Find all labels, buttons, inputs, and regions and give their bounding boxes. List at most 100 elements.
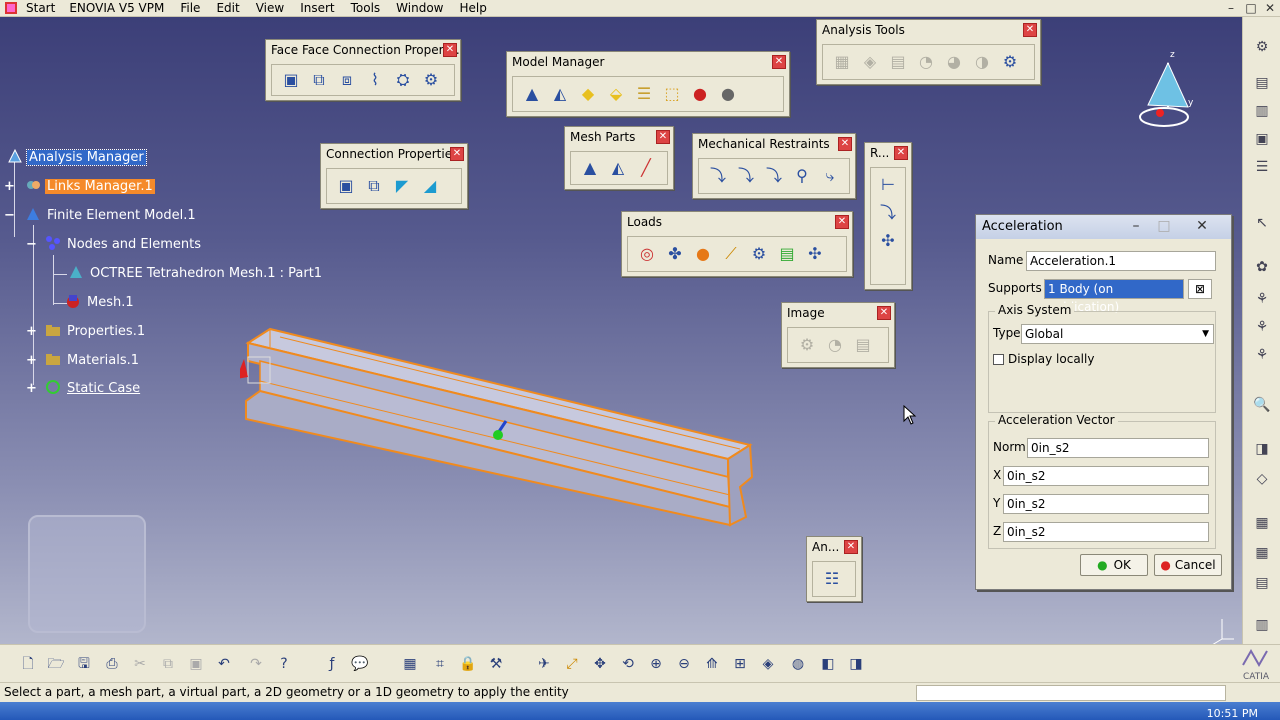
fly-icon[interactable]: ✈ [534, 654, 554, 674]
help-icon[interactable]: ? [274, 654, 294, 674]
table-2-icon[interactable]: ▦ [1252, 543, 1272, 563]
paste-icon[interactable]: ▣ [186, 654, 206, 674]
tree-node-static-case[interactable]: Static Case [44, 378, 142, 398]
z-field[interactable]: 0in_s2 [1003, 522, 1209, 542]
cancel-button[interactable]: ● Cancel [1154, 554, 1222, 576]
grid-icon[interactable]: ▦ [400, 654, 420, 674]
formula-icon[interactable]: ƒ [322, 654, 342, 674]
expand-icon[interactable]: + [26, 354, 37, 367]
supports-field[interactable]: 1 Body (on publication) [1044, 279, 1184, 314]
select-icon[interactable]: ↖ [1252, 213, 1272, 233]
tree-node-materials[interactable]: Materials.1 [44, 350, 141, 370]
clip-icon[interactable]: ◨ [1252, 439, 1272, 459]
tools-icon[interactable]: ⚒ [486, 654, 506, 674]
menu-help[interactable]: Help [452, 0, 495, 17]
close-icon[interactable]: ✕ [450, 147, 464, 161]
sensor-icon[interactable]: ⚘ [1252, 289, 1272, 309]
menu-edit[interactable]: Edit [208, 0, 247, 17]
model-checker-icon[interactable]: ● [689, 83, 711, 105]
render-icon[interactable]: ◍ [788, 654, 808, 674]
tree-node-fem[interactable]: Finite Element Model.1 [24, 205, 198, 225]
rigid-virtual-icon[interactable]: ⊢ [877, 174, 899, 196]
toolbar-title[interactable]: Connection Properties [321, 144, 467, 164]
toolbar-title[interactable]: Mechanical Restraints [693, 134, 855, 154]
tree-node-analysis-manager[interactable]: Analysis Manager [6, 147, 147, 167]
display-locally-checkbox[interactable] [993, 353, 1004, 365]
octree-triangle-icon[interactable]: ◭ [607, 157, 629, 179]
close-icon[interactable]: ✕ [443, 43, 457, 57]
image-2-icon[interactable]: ◔ [824, 334, 846, 356]
close-icon[interactable]: ✕ [772, 55, 786, 69]
line-force-icon[interactable]: ⟋ [720, 243, 742, 265]
norm-field[interactable]: 0in_s2 [1027, 438, 1209, 458]
temperature-field-icon[interactable]: ▤ [776, 243, 798, 265]
triangle-mesher-icon[interactable]: ◭ [549, 83, 571, 105]
tree-node-mesh[interactable]: Mesh.1 [64, 292, 136, 312]
x-field[interactable]: 0in_s2 [1003, 466, 1209, 486]
spring-virtual-icon[interactable]: ✣ [877, 230, 899, 252]
close-icon[interactable]: ✕ [894, 146, 908, 160]
sensor-3-icon[interactable]: ⚘ [1252, 345, 1272, 365]
solid-property-icon[interactable]: ◆ [577, 83, 599, 105]
doc-icon[interactable]: ▤ [1252, 573, 1272, 593]
supports-select-icon[interactable]: ⊠ [1188, 279, 1212, 299]
save-icon[interactable]: 🖫 [74, 654, 94, 674]
cut-icon[interactable]: ✂ [130, 654, 150, 674]
sphere-icon[interactable]: ● [717, 83, 739, 105]
gear-icon[interactable]: ⚙ [1252, 37, 1272, 57]
catia-logo-icon[interactable] [0, 0, 22, 17]
user-defined-restraint-icon[interactable]: ⤷ [819, 165, 841, 187]
analysis-tree-icon[interactable]: ☷ [821, 568, 843, 590]
beam-property-icon[interactable]: ☰ [633, 83, 655, 105]
face-fastened-icon[interactable]: ⧈ [336, 69, 358, 91]
collapse-icon[interactable]: − [4, 209, 15, 222]
new-icon[interactable]: 🗋 [18, 654, 38, 674]
type-select[interactable]: Global ▼ [1021, 324, 1214, 344]
tool-7-icon[interactable]: ⚙ [999, 51, 1021, 73]
fastened-icon[interactable]: ◤ [391, 175, 413, 197]
display-locally-row[interactable]: Display locally [993, 352, 1094, 366]
tool-3-icon[interactable]: ▤ [887, 51, 909, 73]
multi-view-icon[interactable]: ⊞ [730, 654, 750, 674]
beam-mesher-icon[interactable]: ╱ [635, 157, 657, 179]
smooth-virtual-icon[interactable]: ⤵ [877, 202, 899, 224]
list-icon[interactable]: ☰ [1252, 157, 1272, 177]
toolbar-title[interactable]: Loads [622, 212, 852, 232]
close-icon[interactable]: ✕ [844, 540, 858, 554]
snap-icon[interactable]: ⌗ [430, 654, 450, 674]
rotation-force-icon[interactable]: ⚙ [748, 243, 770, 265]
pan-icon[interactable]: ✥ [590, 654, 610, 674]
menu-tools[interactable]: Tools [343, 0, 389, 17]
toolbar-title[interactable]: Analysis Tools [817, 20, 1040, 40]
ok-button[interactable]: ● OK [1080, 554, 1148, 576]
minimize-icon[interactable]: – [1125, 215, 1147, 237]
zoom-in-icon[interactable]: ⊕ [646, 654, 666, 674]
tool-6-icon[interactable]: ◑ [971, 51, 993, 73]
i-beam-part[interactable] [240, 327, 760, 547]
tool-4-icon[interactable]: ◔ [915, 51, 937, 73]
copy-icon[interactable]: ⧉ [158, 654, 178, 674]
undo-icon[interactable]: ↶ [214, 654, 234, 674]
zoom-icon[interactable]: 🔍 [1252, 395, 1272, 415]
close-icon[interactable]: ✕ [1259, 0, 1280, 17]
y-field[interactable]: 0in_s2 [1003, 494, 1209, 514]
print-icon[interactable]: ⎙ [102, 654, 122, 674]
force-density-icon[interactable]: ✣ [804, 243, 826, 265]
lock-icon[interactable]: 🔒 [458, 654, 478, 674]
menu-file[interactable]: File [172, 0, 208, 17]
close-icon[interactable]: ✕ [835, 215, 849, 229]
menu-enovia[interactable]: ENOVIA V5 VPM [61, 0, 172, 17]
face-contact-icon[interactable]: ⧉ [308, 69, 330, 91]
report-icon[interactable]: ▣ [1252, 129, 1272, 149]
pivot-icon[interactable]: ⚲ [791, 165, 813, 187]
tool-5-icon[interactable]: ◕ [943, 51, 965, 73]
pressure-icon[interactable]: ◎ [636, 243, 658, 265]
tool-2-icon[interactable]: ◈ [859, 51, 881, 73]
comment-icon[interactable]: 💬 [350, 654, 370, 674]
octree-tetra-icon[interactable]: ▲ [579, 157, 601, 179]
contact-icon[interactable]: ⧉ [363, 175, 385, 197]
toolbar-title[interactable]: Face Face Connection Propert... [266, 40, 460, 60]
menu-insert[interactable]: Insert [292, 0, 342, 17]
rigid-icon[interactable]: ◢ [419, 175, 441, 197]
image-1-icon[interactable]: ⚙ [796, 334, 818, 356]
